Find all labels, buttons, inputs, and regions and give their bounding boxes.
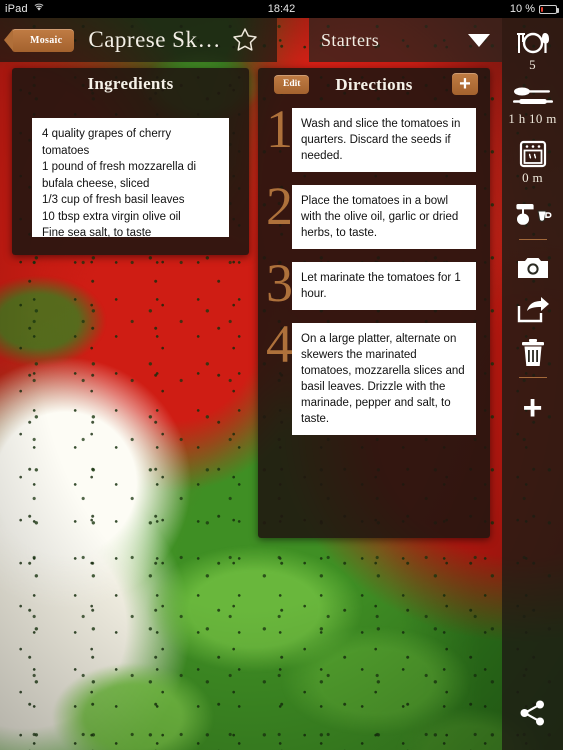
direction-step: 2 Place the tomatoes in a bowl with the … [266,179,476,249]
ingredient-item: Fine sea salt, to taste [42,227,152,237]
ingredient-item: 1 pound of fresh mozzarella di bufala ch… [42,161,197,190]
navbar-left-section: Mosaic Caprese Ske… [0,18,277,62]
prep-time-value: 1 h 10 m [508,111,557,126]
add-step-button[interactable]: + [452,73,478,95]
oven-icon [518,139,548,169]
mixer-button[interactable] [502,200,563,230]
direction-step: 3 Let marinate the tomatoes for 1 hour. [266,256,476,310]
trash-icon [519,338,547,368]
tools-sidebar: 5 1 h 10 m 0 m + [502,18,563,750]
status-clock: 18:42 [267,3,296,15]
ingredients-title: Ingredients [87,74,174,93]
step-number: 1 [266,99,293,159]
share-button[interactable] [502,700,563,726]
camera-button[interactable] [502,255,563,281]
step-number: 2 [266,176,293,236]
sidebar-divider [518,377,547,378]
recipe-app-screen: iPad 18:42 10 % Mosaic Caprese Ske… Star… [0,0,563,750]
ingredients-list[interactable]: 4 quality grapes of cherry tomatoes 1 po… [32,118,229,237]
step-text[interactable]: Wash and slice the tomatoes in quarters.… [292,108,476,172]
plus-icon: + [522,389,543,427]
cook-time-control[interactable]: 0 m [502,139,563,186]
share-network-icon [519,700,547,726]
ingredient-item: 4 quality grapes of cherry tomatoes [42,128,172,157]
share-export-icon [517,297,549,323]
directions-steps-list: 1 Wash and slice the tomatoes in quarter… [258,102,490,530]
ingredient-item: 10 tbsp extra virgin olive oil [42,210,181,223]
direction-step: 1 Wash and slice the tomatoes in quarter… [266,102,476,172]
prep-time-control[interactable]: 1 h 10 m [502,86,563,127]
plus-icon: + [459,73,471,95]
cook-time-value: 0 m [522,170,543,185]
step-text[interactable]: Let marinate the tomatoes for 1 hour. [292,262,476,310]
favorite-star-icon[interactable] [231,26,259,54]
directions-header: Edit Directions + [258,68,490,102]
directions-panel: Edit Directions + 1 Wash and slice the t… [258,68,490,538]
directions-title: Directions [335,75,413,94]
direction-step: 4 On a large platter, alternate on skewe… [266,317,476,435]
stand-mixer-icon [513,200,553,230]
step-text[interactable]: On a large platter, alternate on skewers… [292,323,476,435]
sidebar-divider [518,239,547,240]
battery-low-icon [539,4,559,14]
category-selector[interactable]: Starters [309,18,502,62]
ingredients-panel: Ingredients 4 quality grapes of cherry t… [12,68,249,255]
delete-button[interactable] [502,338,563,368]
camera-icon [516,255,550,281]
export-button[interactable] [502,297,563,323]
ingredient-item: 1/3 cup of fresh basil leaves [42,194,185,206]
ingredients-header: Ingredients [12,68,249,100]
add-button[interactable]: + [502,389,563,427]
step-text[interactable]: Place the tomatoes in a bowl with the ol… [292,185,476,249]
navigation-bar: Mosaic Caprese Ske… Starters [0,18,563,62]
whisk-rolling-pin-icon [511,86,555,110]
ios-status-bar: iPad 18:42 10 % [0,0,563,18]
step-number: 4 [266,314,293,374]
step-number: 3 [266,253,293,313]
back-button-mosaic[interactable]: Mosaic [3,28,75,52]
category-label: Starters [321,29,380,50]
page-title: Caprese Ske… [88,27,231,52]
chevron-down-icon [468,33,490,47]
edit-directions-button[interactable]: Edit [274,75,310,94]
